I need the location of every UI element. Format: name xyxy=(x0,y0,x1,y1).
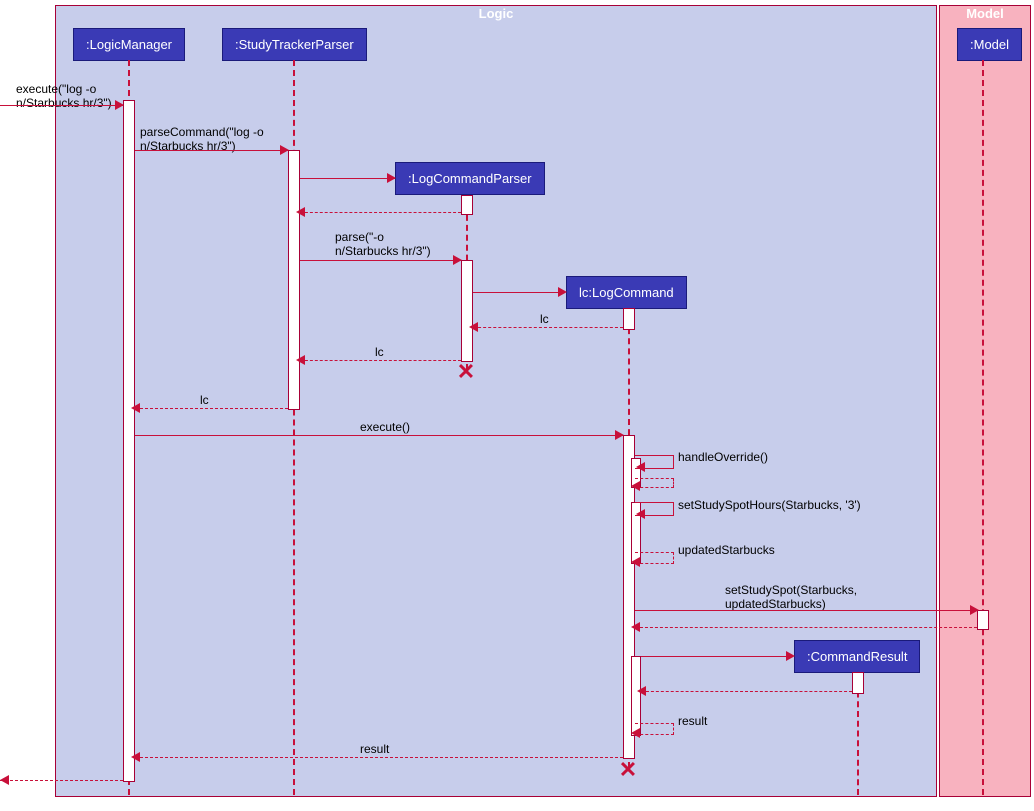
msg-result2: result xyxy=(360,742,389,756)
msg-set-hours: setStudySpotHours(Starbucks, '3') xyxy=(678,498,861,512)
arrowhead xyxy=(558,287,567,297)
arrowhead xyxy=(631,728,640,738)
arrow-create-lcp xyxy=(300,178,395,179)
msg-parse: parse("-o n/Starbucks hr/3") xyxy=(335,230,431,258)
msg-updated-starbucks: updatedStarbucks xyxy=(678,543,775,557)
arrow-ret-model xyxy=(635,627,977,628)
activation-study-tracker-parser xyxy=(288,150,300,410)
logic-frame-title: Logic xyxy=(479,6,514,21)
arrow-parse xyxy=(300,260,461,261)
participant-log-command: lc:LogCommand xyxy=(566,276,687,309)
arrowhead xyxy=(0,775,9,785)
msg-parse-command: parseCommand("log -o n/Starbucks hr/3") xyxy=(140,125,264,153)
arrowhead xyxy=(631,622,640,632)
participant-study-tracker-parser: :StudyTrackerParser xyxy=(222,28,367,61)
model-frame-title: Model xyxy=(966,6,1004,21)
arrow-ret-cr xyxy=(641,691,852,692)
arrowhead xyxy=(636,462,645,472)
participant-model: :Model xyxy=(957,28,1022,61)
sequence-diagram: Logic Model :LogicManager :StudyTrackerP… xyxy=(0,0,1034,811)
msg-set-study-spot: setStudySpot(Starbucks, updatedStarbucks… xyxy=(725,583,857,611)
loop-handle-override-ret xyxy=(635,478,674,488)
participant-logic-manager: :LogicManager xyxy=(73,28,185,61)
arrowhead xyxy=(631,557,640,567)
arrow-parse-command xyxy=(135,150,288,151)
arrow-ret-lc3 xyxy=(135,408,288,409)
arrowhead xyxy=(786,651,795,661)
msg-handle-override: handleOverride() xyxy=(678,450,768,464)
activation-lcp-1 xyxy=(461,195,473,215)
activation-lc-1 xyxy=(623,308,635,330)
arrowhead xyxy=(280,145,289,155)
arrowhead xyxy=(970,605,979,615)
participant-log-command-parser: :LogCommandParser xyxy=(395,162,545,195)
arrow-execute1 xyxy=(0,105,123,106)
arrow-execute2 xyxy=(135,435,623,436)
arrow-set-study-spot xyxy=(635,610,977,611)
logic-frame: Logic xyxy=(55,5,937,797)
arrowhead xyxy=(296,207,305,217)
arrowhead xyxy=(131,752,140,762)
arrow-create-lc xyxy=(473,292,565,293)
arrow-ret-lc2 xyxy=(300,360,461,361)
arrow-ret-lcp xyxy=(300,212,461,213)
arrowhead xyxy=(453,255,462,265)
arrowhead xyxy=(615,430,624,440)
lifeline-model xyxy=(982,60,984,795)
model-frame: Model xyxy=(939,5,1031,797)
msg-lc2: lc xyxy=(375,345,384,359)
arrowhead xyxy=(387,173,396,183)
arrow-ret-result2 xyxy=(135,757,623,758)
destroy-lc: ✕ xyxy=(618,760,638,780)
activation-lcp-2 xyxy=(461,260,473,362)
arrowhead xyxy=(296,355,305,365)
arrowhead xyxy=(637,686,646,696)
arrowhead xyxy=(131,403,140,413)
arrowhead xyxy=(115,100,124,110)
arrowhead xyxy=(636,509,645,519)
activation-command-result xyxy=(852,672,864,694)
destroy-lcp: ✕ xyxy=(456,362,476,382)
msg-result1: result xyxy=(678,714,707,728)
arrow-ret-external xyxy=(0,780,123,781)
loop-updated-ret xyxy=(635,552,674,564)
msg-lc3: lc xyxy=(200,393,209,407)
activation-logic-manager xyxy=(123,100,135,782)
loop-result-ret xyxy=(635,723,674,735)
arrow-create-cr xyxy=(641,656,793,657)
msg-lc1: lc xyxy=(540,312,549,326)
msg-execute2: execute() xyxy=(360,420,410,434)
arrow-ret-lc1 xyxy=(473,327,623,328)
arrowhead xyxy=(631,481,640,491)
participant-command-result: :CommandResult xyxy=(794,640,920,673)
arrowhead xyxy=(469,322,478,332)
